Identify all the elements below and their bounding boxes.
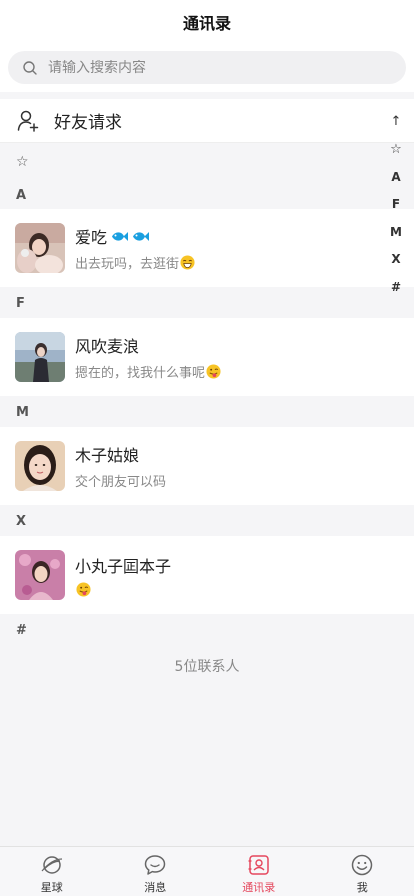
tongue-emoji [76,582,91,597]
alphabet-index-bar[interactable]: ↑ ☆ A F M X # [388,108,404,301]
index-item-top[interactable]: ↑ [391,108,402,136]
page-title: 通讯录 [182,14,231,33]
grin-emoji [180,255,195,270]
search-bar [0,44,414,92]
section-header-hash: # [0,615,414,645]
section-header-star: ☆ [0,147,414,177]
section-header-f: F [0,288,414,318]
contact-name: 风吹麦浪 [75,337,140,356]
friend-requests-row[interactable]: 好友请求 [0,99,414,143]
fish-icon [133,231,150,241]
section-header-x: X [0,506,414,536]
tab-label: 星球 [40,881,63,894]
avatar [15,223,65,273]
tongue-emoji [206,364,221,379]
contacts-icon [248,855,269,875]
contact-signature: 出去玩吗，去逛街 [75,257,180,272]
contact-item[interactable]: 木子姑娘 交个朋友可以码 [0,427,414,505]
contact-item[interactable]: 风吹麦浪 摁在的，找我什么事呢 [0,318,414,396]
tab-messages[interactable]: 消息 [104,847,208,896]
index-item-m[interactable]: M [390,218,402,246]
fish-icon [112,231,129,241]
contact-item[interactable]: 小丸子囸本子 [0,536,414,614]
avatar [15,550,65,600]
chat-bubble-icon [145,855,166,875]
section-header-a: A [0,180,414,210]
index-item-hash[interactable]: # [391,273,401,301]
avatar [15,332,65,382]
bottom-tab-bar: 星球 消息 通讯录 我 [0,846,414,896]
contact-name: 爱吃 [75,228,108,247]
tab-label: 消息 [144,881,167,894]
contact-name: 小丸子囸本子 [75,557,172,576]
search-box[interactable] [8,51,406,84]
tab-label: 我 [356,881,368,894]
tab-planet[interactable]: 星球 [0,847,104,896]
index-item-star[interactable]: ☆ [390,136,402,164]
add-user-icon [17,110,39,132]
search-icon [23,60,37,75]
tab-contacts[interactable]: 通讯录 [207,847,311,896]
index-item-f[interactable]: F [392,191,400,219]
contact-signature: 摁在的，找我什么事呢 [75,366,206,381]
contact-name: 木子姑娘 [75,446,140,465]
tab-label: 通讯录 [242,881,276,894]
top-bar: 通讯录 [0,0,414,44]
tab-me[interactable]: 我 [311,847,414,896]
contact-count: 5位联系人 [174,659,240,675]
index-item-x[interactable]: X [391,246,400,274]
planet-icon [41,856,62,874]
section-header-m: M [0,397,414,427]
smile-face-icon [352,854,373,876]
contact-signature: 交个朋友可以码 [75,475,167,490]
search-input[interactable] [48,59,348,76]
friend-requests-label: 好友请求 [54,113,122,133]
contact-item[interactable]: 爱吃 出去玩吗，去逛街 [0,209,414,287]
avatar [15,441,65,491]
index-item-a[interactable]: A [391,163,400,191]
